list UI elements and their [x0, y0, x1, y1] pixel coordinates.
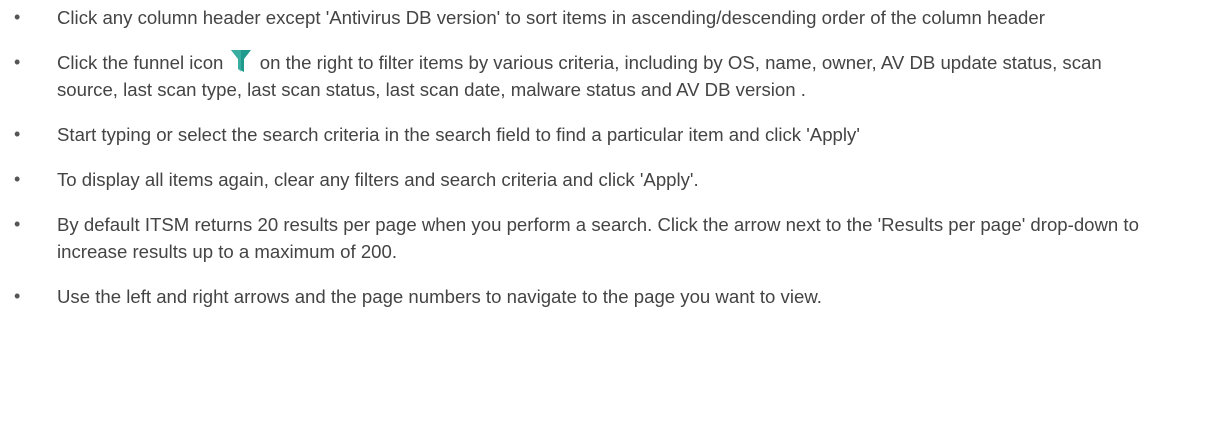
bullet: •	[14, 169, 21, 189]
list-item-text: To display all items again, clear any fi…	[57, 169, 699, 190]
list-item: • Click any column header except 'Antivi…	[0, 4, 1205, 31]
funnel-icon	[230, 50, 251, 72]
help-page: • Click any column header except 'Antivi…	[0, 0, 1205, 435]
bullet: •	[14, 7, 21, 27]
bullet: •	[14, 124, 21, 144]
list-item: • By default ITSM returns 20 results per…	[0, 211, 1205, 265]
list-item-text: By default ITSM returns 20 results per p…	[57, 214, 1139, 262]
bullet: •	[14, 214, 21, 234]
bullet: •	[14, 286, 21, 306]
list-item-text: Use the left and right arrows and the pa…	[57, 286, 822, 307]
list-item-text: Click the funnel icon	[57, 52, 224, 73]
list-item: • Start typing or select the search crit…	[0, 121, 1205, 148]
list-item: • Click the funnel icon on the right to …	[0, 49, 1205, 103]
list-item-text: Click any column header except 'Antiviru…	[57, 7, 1045, 28]
list-item: • To display all items again, clear any …	[0, 166, 1205, 193]
list-item-text: Start typing or select the search criter…	[57, 124, 860, 145]
bullet: •	[14, 52, 21, 72]
list-item: • Use the left and right arrows and the …	[0, 283, 1205, 310]
instruction-list: • Click any column header except 'Antivi…	[0, 4, 1205, 310]
